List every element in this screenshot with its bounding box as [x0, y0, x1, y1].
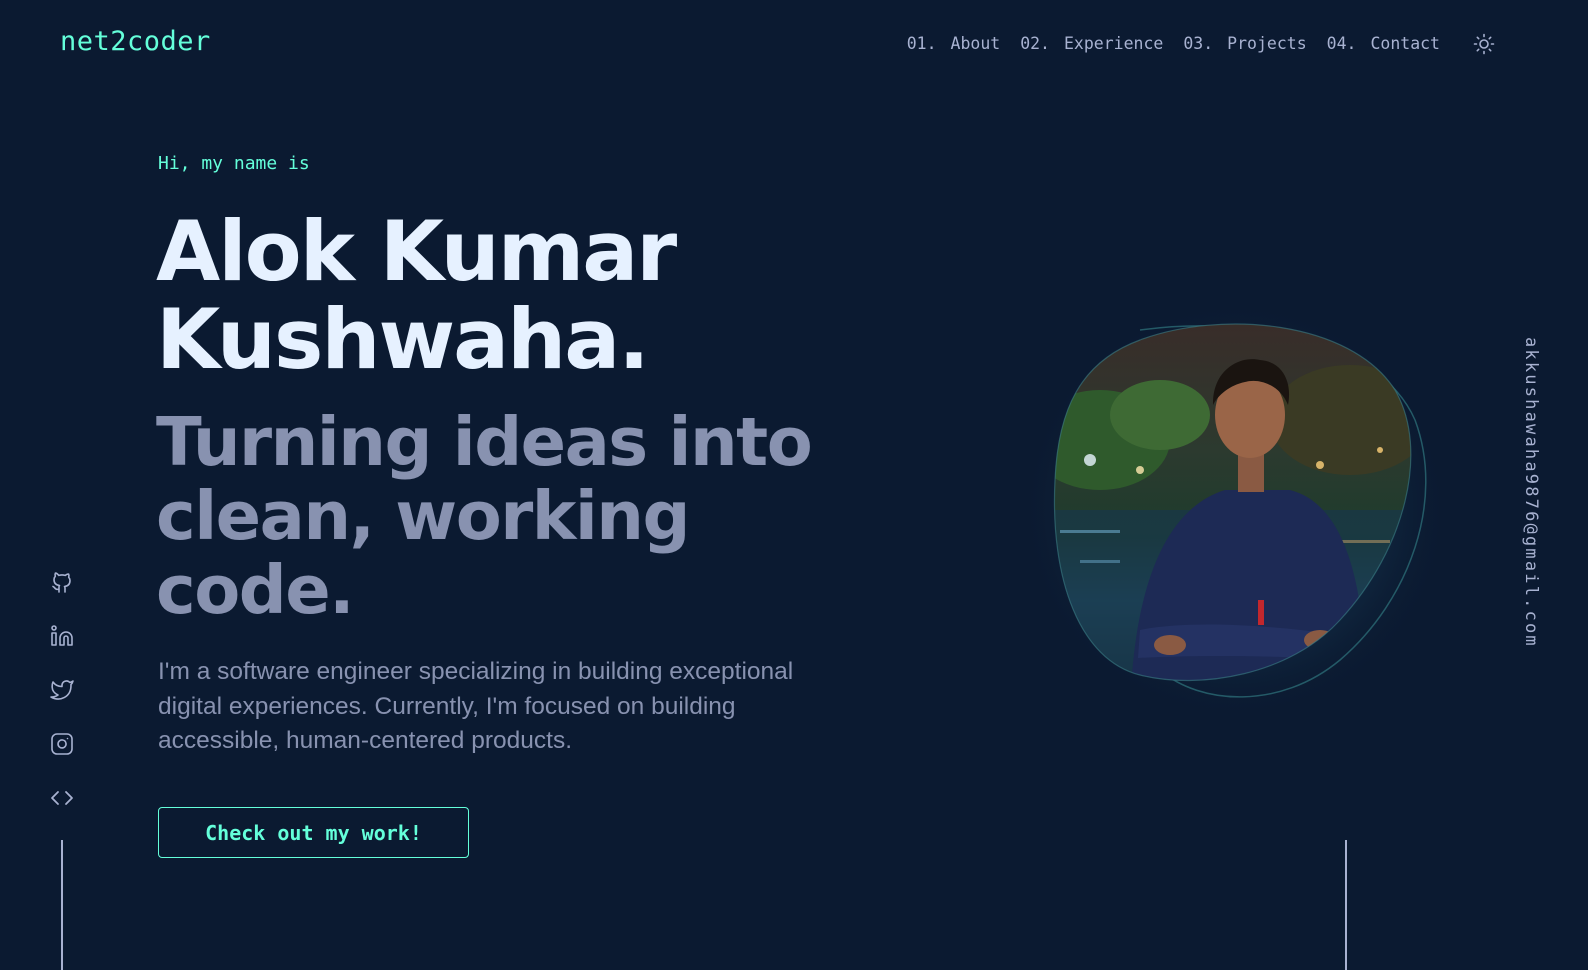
hero-name-line: Alok Kumar [156, 203, 677, 300]
nav-item-contact[interactable]: 04. Contact [1327, 34, 1440, 53]
linkedin-icon [51, 625, 73, 646]
instagram-link[interactable] [42, 732, 82, 772]
nav-label: About [950, 34, 1001, 53]
twitter-icon [50, 680, 74, 700]
right-rail-line [1345, 840, 1347, 970]
nav-number: 04. [1326, 34, 1357, 53]
profile-photo [1020, 300, 1460, 730]
linkedin-link[interactable] [42, 624, 82, 664]
nav-label: Contact [1370, 34, 1440, 53]
code-link[interactable] [42, 786, 82, 826]
github-link[interactable] [42, 570, 82, 610]
check-out-work-button[interactable]: Check out my work! [158, 807, 469, 858]
code-icon [51, 791, 73, 805]
nav-item-experience[interactable]: 02. Experience [1020, 34, 1163, 53]
hero-greeting: Hi, my name is [158, 153, 310, 174]
nav-item-about[interactable]: 01. About [907, 34, 1000, 53]
nav-number: 03. [1183, 34, 1214, 53]
github-icon [52, 572, 71, 593]
hero-intro-line: digital experiences. Currently, I'm focu… [158, 692, 736, 720]
nav-label: Experience [1064, 34, 1164, 53]
hero-intro: I'm a software engineer specializing in … [158, 655, 858, 759]
email-link[interactable]: akkushawaha9876@gmail.com [1521, 337, 1541, 648]
main-nav: 01. About 02. Experience 03. Projects 04. Co… [907, 34, 1440, 53]
site-logo[interactable]: net2coder [60, 26, 211, 57]
left-rail-line [61, 840, 63, 970]
instagram-icon [51, 733, 73, 755]
twitter-link[interactable] [42, 678, 82, 718]
nav-label: Projects [1227, 34, 1307, 53]
hero-intro-line: accessible, human-centered products. [158, 727, 572, 754]
hero-name: Alok Kumar Kushwaha. [156, 208, 876, 384]
sun-icon [1473, 33, 1495, 55]
hero-intro-line: I'm a software engineer specializing in … [158, 658, 794, 685]
hero-tagline-line: clean, working [156, 477, 690, 555]
theme-toggle-button[interactable] [1472, 32, 1496, 56]
social-links [42, 562, 82, 840]
hero-name-line: Kushwaha. [156, 291, 650, 388]
nav-number: 01. [906, 34, 937, 53]
nav-number: 02. [1020, 34, 1050, 53]
hero-tagline-line: Turning ideas into [156, 403, 813, 481]
nav-item-projects[interactable]: 03. Projects [1183, 34, 1306, 53]
hero-tagline: Turning ideas into clean, working code. [156, 405, 856, 627]
hero-tagline-line: code. [156, 551, 355, 629]
